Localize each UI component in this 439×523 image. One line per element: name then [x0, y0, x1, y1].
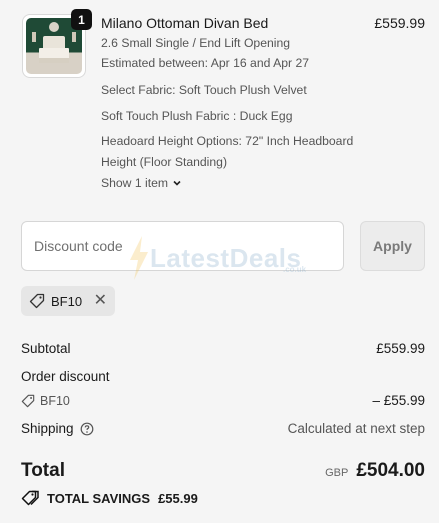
line-item: 1 Milano Ottoman Divan Bed £559.99 2.6 S… — [22, 9, 427, 197]
shipping-label: Shipping — [21, 421, 74, 436]
product-name: Milano Ottoman Divan Bed — [101, 15, 269, 31]
product-fabric: Select Fabric: Soft Touch Plush Velvet — [101, 83, 307, 97]
total-savings: TOTAL SAVINGS £55.99 — [21, 490, 198, 506]
savings-tag-icon — [21, 490, 39, 506]
chevron-down-icon — [173, 180, 181, 186]
subtotal-row: Subtotal £559.99 — [21, 341, 425, 356]
discount-code-input[interactable] — [21, 221, 344, 271]
quantity-badge: 1 — [71, 9, 92, 30]
subtotal-value: £559.99 — [376, 341, 425, 356]
close-icon[interactable]: ✕ — [94, 293, 107, 309]
product-price: £559.99 — [374, 15, 425, 31]
order-discount-row: Order discount — [21, 369, 425, 384]
product-thumbnail: 1 — [22, 9, 92, 78]
savings-value: £55.99 — [158, 490, 198, 506]
product-delivery-estimate: Estimated between: Apr 16 and Apr 27 — [101, 56, 310, 70]
shipping-row: Shipping Calculated at next step — [21, 421, 425, 436]
discount-code-row: BF10 – £55.99 — [21, 393, 425, 408]
subtotal-label: Subtotal — [21, 341, 71, 356]
savings-label: TOTAL SAVINGS — [47, 490, 151, 506]
apply-button[interactable]: Apply — [360, 221, 425, 271]
discount-value: – £55.99 — [372, 393, 425, 408]
tag-icon — [21, 394, 35, 407]
shipping-value: Calculated at next step — [287, 421, 425, 436]
help-circle-icon[interactable] — [80, 422, 94, 436]
discount-code-label: BF10 — [40, 393, 70, 408]
product-fabric-colour: Soft Touch Plush Fabric : Duck Egg — [101, 109, 293, 123]
total-row: Total GBP £504.00 — [21, 458, 425, 484]
tag-icon — [29, 293, 45, 309]
product-headboard-option: Headoard Height Options: 72" Inch Headbo… — [101, 134, 354, 148]
total-value: £504.00 — [356, 460, 425, 481]
show-items-label: Show 1 item — [101, 176, 169, 190]
show-items-toggle[interactable]: Show 1 item — [101, 176, 182, 190]
order-discount-label: Order discount — [21, 369, 110, 384]
applied-discount-chip: BF10 ✕ — [21, 286, 115, 316]
product-headboard-option-cont: Height (Floor Standing) — [101, 155, 227, 169]
product-variant: 2.6 Small Single / End Lift Opening — [101, 36, 291, 50]
applied-discount-code: BF10 — [51, 293, 83, 309]
total-label: Total — [21, 460, 65, 481]
currency-code: GBP — [325, 467, 349, 479]
